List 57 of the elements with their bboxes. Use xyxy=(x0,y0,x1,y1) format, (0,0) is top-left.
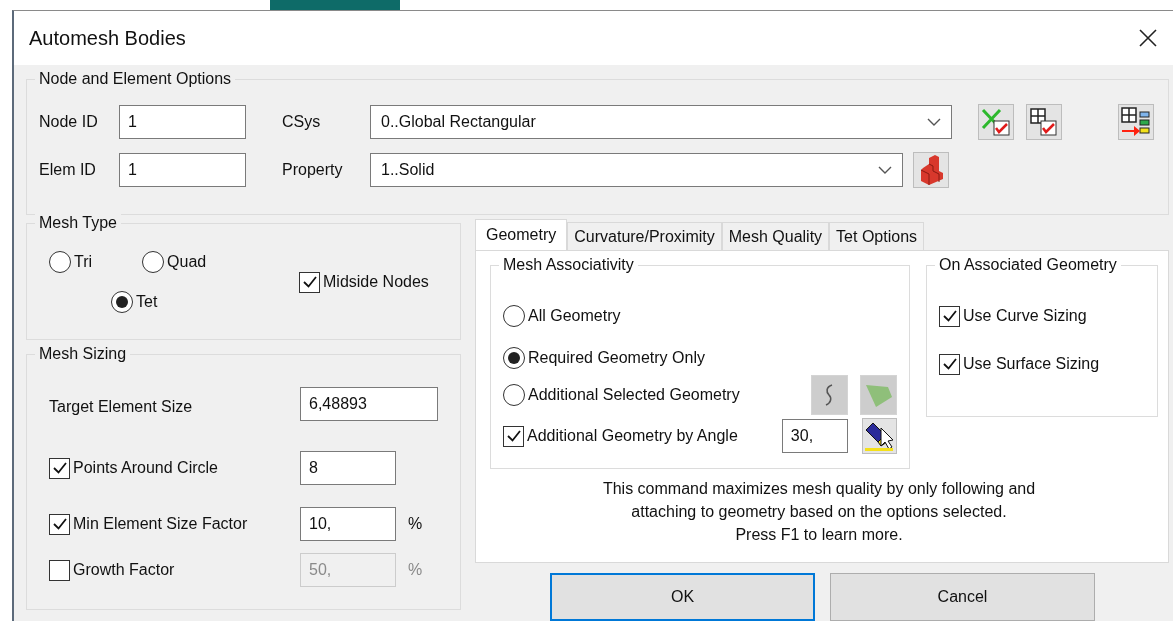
unit-label: % xyxy=(408,560,423,580)
help-text: This command maximizes mesh quality by only following and attaching to geometry based on the options selected. Press F1 to learn more. xyxy=(601,479,1037,545)
checkbox[interactable] xyxy=(939,305,960,327)
radio-button[interactable] xyxy=(49,251,71,273)
radio-button[interactable] xyxy=(503,305,525,327)
group-title: Mesh Type xyxy=(35,212,121,234)
chevron-down-icon xyxy=(878,166,892,174)
radio-button[interactable] xyxy=(503,384,525,406)
node-id-field[interactable]: 1 xyxy=(119,105,246,139)
field-label: CSys xyxy=(282,112,322,132)
cross-check-icon[interactable] xyxy=(978,104,1014,140)
ok-button[interactable]: OK xyxy=(550,573,815,621)
unit-label: % xyxy=(408,514,423,534)
radio-button[interactable] xyxy=(503,347,525,369)
chevron-down-icon xyxy=(927,118,941,126)
checkbox[interactable] xyxy=(49,513,70,535)
option-label: Additional Geometry by Angle xyxy=(527,426,738,446)
property-dropdown[interactable]: 1..Solid xyxy=(370,153,903,187)
solid-block-icon[interactable] xyxy=(913,152,949,188)
checkbox[interactable] xyxy=(503,425,524,447)
checkbox[interactable] xyxy=(939,353,960,375)
tab[interactable]: Curvature/Proximity xyxy=(567,222,722,250)
field-label: Node ID xyxy=(39,112,99,132)
field-label: Property xyxy=(282,160,344,180)
angle-field[interactable]: 30, xyxy=(781,419,848,453)
close-icon[interactable] xyxy=(1139,29,1157,47)
option-label: Min Element Size Factor xyxy=(73,514,248,534)
radio-button[interactable] xyxy=(142,251,165,273)
option-label: Tri xyxy=(74,252,93,272)
csys-dropdown[interactable]: 0..Global Rectangular xyxy=(370,105,952,139)
radio-button[interactable] xyxy=(111,291,133,313)
option-label: Target Element Size xyxy=(49,397,193,417)
input-field[interactable]: 10, xyxy=(300,507,396,541)
checkbox[interactable] xyxy=(49,457,70,479)
option-label: Use Surface Sizing xyxy=(963,354,1100,374)
grid-check-icon[interactable] xyxy=(1026,104,1062,140)
option-label: Use Curve Sizing xyxy=(963,306,1087,326)
elem-id-field[interactable]: 1 xyxy=(119,153,246,187)
option-label: Quad xyxy=(167,252,207,272)
tab[interactable]: Mesh Quality xyxy=(721,222,830,250)
option-label: Tet xyxy=(136,292,158,312)
input-field[interactable]: 6,48893 xyxy=(300,387,438,421)
field-label: Elem ID xyxy=(39,160,97,180)
option-label: Additional Selected Geometry xyxy=(528,385,740,405)
tab[interactable]: Tet Options xyxy=(829,222,925,250)
window-title: Automesh Bodies xyxy=(29,26,186,51)
option-label: Required Geometry Only xyxy=(528,348,705,368)
tab[interactable]: Geometry xyxy=(475,219,568,250)
input-field[interactable]: 8 xyxy=(300,451,396,485)
option-label: Growth Factor xyxy=(73,560,175,580)
curve-icon[interactable] xyxy=(810,375,848,415)
option-label: All Geometry xyxy=(528,306,621,326)
option-label: Points Around Circle xyxy=(73,458,218,478)
checkbox[interactable] xyxy=(299,271,320,293)
cancel-button[interactable]: Cancel xyxy=(830,573,1095,621)
highlighter-cursor-icon[interactable] xyxy=(861,418,897,454)
option-label: Midside Nodes xyxy=(323,272,429,292)
